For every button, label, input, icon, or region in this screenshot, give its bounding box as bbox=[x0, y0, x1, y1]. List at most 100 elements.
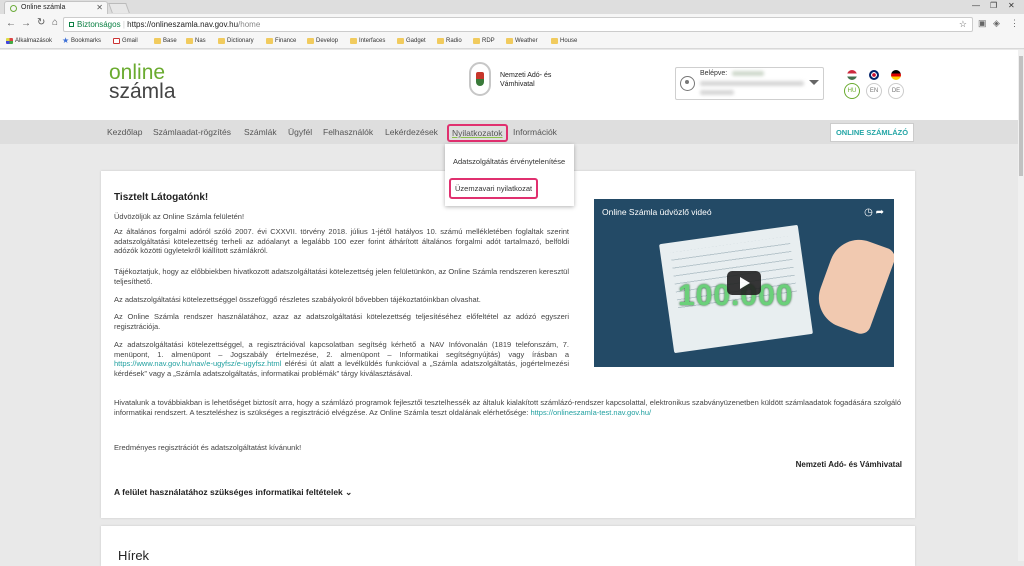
folder-icon bbox=[350, 38, 357, 44]
maximize-icon[interactable]: ❐ bbox=[990, 0, 997, 12]
bookmark-apps[interactable]: Alkalmazások bbox=[6, 37, 52, 46]
news-card: Hírek bbox=[101, 526, 915, 566]
gmail-icon bbox=[113, 38, 120, 44]
bookmark-item[interactable]: Gmail bbox=[113, 37, 138, 46]
share-icon[interactable]: ➦ bbox=[876, 207, 884, 218]
menu-item-informaciok[interactable]: Információk bbox=[513, 127, 557, 137]
hungarian-flag-icon bbox=[847, 70, 857, 80]
redacted-detail-2 bbox=[700, 90, 734, 95]
nyilatkozatok-dropdown: Adatszolgáltatás érvénytelenítése Üzemza… bbox=[445, 144, 574, 206]
close-window-icon[interactable]: ✕ bbox=[1008, 0, 1015, 12]
paragraph: Az általános forgalmi adóról szóló 2007.… bbox=[114, 227, 569, 255]
lock-icon bbox=[69, 22, 74, 27]
online-szamlazo-button[interactable]: ONLINE SZÁMLÁZÓ bbox=[830, 123, 914, 142]
bookmark-star-icon[interactable]: ☆ bbox=[959, 18, 967, 31]
browser-toolbar: ← → ↻ ⌂ Biztonságos | https://onlineszam… bbox=[0, 14, 1024, 35]
online-szamla-logo[interactable]: online számla bbox=[109, 62, 176, 102]
user-icon bbox=[680, 76, 695, 91]
menu-icon[interactable]: ⋮ bbox=[1010, 18, 1019, 29]
lang-hu[interactable]: HU bbox=[844, 70, 860, 99]
redacted-name bbox=[732, 71, 764, 76]
forward-icon[interactable]: → bbox=[21, 18, 31, 29]
url-host: https://onlineszamla.nav.gov.hu bbox=[127, 20, 239, 29]
redacted-detail bbox=[700, 81, 804, 86]
uk-flag-icon bbox=[869, 70, 879, 80]
favicon-icon bbox=[10, 5, 17, 12]
user-login-box[interactable]: Belépve: bbox=[675, 67, 824, 100]
bookmark-item[interactable]: Weather bbox=[506, 37, 538, 46]
paragraph-contact: Az adatszolgáltatási kötelezettséggel, a… bbox=[114, 340, 569, 378]
paragraph: Eredményes regisztrációt és adatszolgált… bbox=[114, 443, 302, 452]
requirements-toggle[interactable]: A felület használatához szükséges inform… bbox=[114, 487, 352, 498]
url-path: /home bbox=[238, 20, 261, 29]
paragraph: Az adatszolgáltatási kötelezettséggel ös… bbox=[114, 295, 481, 304]
close-tab-icon[interactable]: ✕ bbox=[96, 2, 103, 14]
lang-en[interactable]: EN bbox=[866, 70, 882, 99]
dropdown-item-ervenytelenites[interactable]: Adatszolgáltatás érvénytelenítése bbox=[453, 157, 565, 166]
test-site-link[interactable]: https://onlineszamla-test.nav.gov.hu/ bbox=[530, 408, 651, 417]
bookmark-item[interactable]: Nas bbox=[186, 37, 206, 46]
bookmark-item[interactable]: Dictionary bbox=[218, 37, 254, 46]
extension-icon[interactable]: ▣ bbox=[978, 18, 987, 29]
bookmark-item[interactable]: Base bbox=[154, 37, 177, 46]
bookmark-item[interactable]: Develop bbox=[307, 37, 338, 46]
menu-item-nyilatkozatok[interactable]: Nyilatkozatok bbox=[447, 124, 508, 142]
extension-icon-2[interactable]: ◈ bbox=[993, 18, 1000, 29]
browser-tab[interactable]: Online számla ✕ bbox=[4, 1, 108, 14]
scrollbar-thumb[interactable] bbox=[1019, 56, 1023, 176]
welcome-video[interactable]: 100.000 Online Számla üdvözlő videó ◷ ➦ bbox=[594, 199, 894, 367]
nav-contact-link[interactable]: https://www.nav.gov.hu/nav/e-ugyfsz/e-ug… bbox=[114, 359, 281, 368]
bookmark-item[interactable]: Finance bbox=[266, 37, 296, 46]
back-icon[interactable]: ← bbox=[6, 18, 16, 29]
folder-icon bbox=[506, 38, 513, 44]
bookmark-item[interactable]: ★ Bookmarks bbox=[62, 36, 101, 46]
bookmark-item[interactable]: House bbox=[551, 37, 577, 46]
address-bar[interactable]: Biztonságos | https://onlineszamla.nav.g… bbox=[63, 17, 973, 32]
apps-icon bbox=[6, 38, 13, 44]
menu-item-lekerdezesek[interactable]: Lekérdezések bbox=[385, 127, 438, 137]
bookmark-item[interactable]: Gadget bbox=[397, 37, 426, 46]
star-icon: ★ bbox=[62, 36, 70, 45]
welcome-heading: Tisztelt Látogatónk! bbox=[114, 192, 209, 203]
reload-icon[interactable]: ↻ bbox=[37, 17, 45, 28]
folder-icon bbox=[437, 38, 444, 44]
menu-item-kezdolap[interactable]: Kezdőlap bbox=[107, 127, 142, 137]
folder-icon bbox=[186, 38, 193, 44]
paragraph: Az Online Számla rendszer használatához,… bbox=[114, 312, 569, 331]
tab-title: Online számla bbox=[21, 4, 66, 11]
german-flag-icon bbox=[891, 70, 901, 80]
page-scrollbar[interactable] bbox=[1018, 50, 1024, 561]
menu-item-szamlaadat-rogzites[interactable]: Számlaadat-rögzítés bbox=[153, 127, 231, 137]
signature: Nemzeti Adó- és Vámhivatal bbox=[795, 460, 902, 469]
menu-item-ugyfel[interactable]: Ügyfél bbox=[288, 127, 312, 137]
welcome-card: Tisztelt Látogatónk! Üdvözöljük az Onlin… bbox=[101, 171, 915, 518]
crest-icon bbox=[469, 62, 491, 96]
folder-icon bbox=[473, 38, 480, 44]
folder-icon bbox=[551, 38, 558, 44]
video-thumbnail-hand bbox=[810, 231, 894, 337]
new-tab-button[interactable] bbox=[108, 3, 130, 13]
play-button[interactable] bbox=[727, 271, 761, 295]
lang-de[interactable]: DE bbox=[888, 70, 904, 99]
menu-item-szamlak[interactable]: Számlák bbox=[244, 127, 277, 137]
folder-icon bbox=[397, 38, 404, 44]
login-label: Belépve: bbox=[700, 70, 728, 77]
dropdown-item-uzemzavari-nyilatkozat[interactable]: Üzemzavari nyilatkozat bbox=[449, 178, 539, 199]
chevron-down-icon: ⌄ bbox=[345, 487, 353, 497]
bookmark-item[interactable]: Interfaces bbox=[350, 37, 385, 46]
bookmarks-bar: Alkalmazások ★ Bookmarks Gmail Base Nas D… bbox=[0, 35, 1024, 49]
home-icon[interactable]: ⌂ bbox=[52, 17, 58, 28]
folder-icon bbox=[266, 38, 273, 44]
minimize-icon[interactable]: — bbox=[972, 0, 980, 12]
paragraph-test: Hivatalunk a továbbiakban is lehetőséget… bbox=[114, 398, 901, 417]
security-label: Biztonságos bbox=[77, 20, 121, 29]
video-title: Online Számla üdvözlő videó bbox=[602, 207, 712, 217]
clock-icon[interactable]: ◷ bbox=[864, 207, 873, 218]
bookmark-item[interactable]: Radio bbox=[437, 37, 462, 46]
menu-item-felhasznalok[interactable]: Felhasználók bbox=[323, 127, 373, 137]
chevron-down-icon[interactable] bbox=[809, 80, 819, 85]
folder-icon bbox=[218, 38, 225, 44]
video-actions: ◷ ➦ bbox=[864, 207, 884, 218]
site-header: online számla Nemzeti Adó- és Vámhivatal… bbox=[0, 50, 1018, 120]
bookmark-item[interactable]: RDP bbox=[473, 37, 495, 46]
